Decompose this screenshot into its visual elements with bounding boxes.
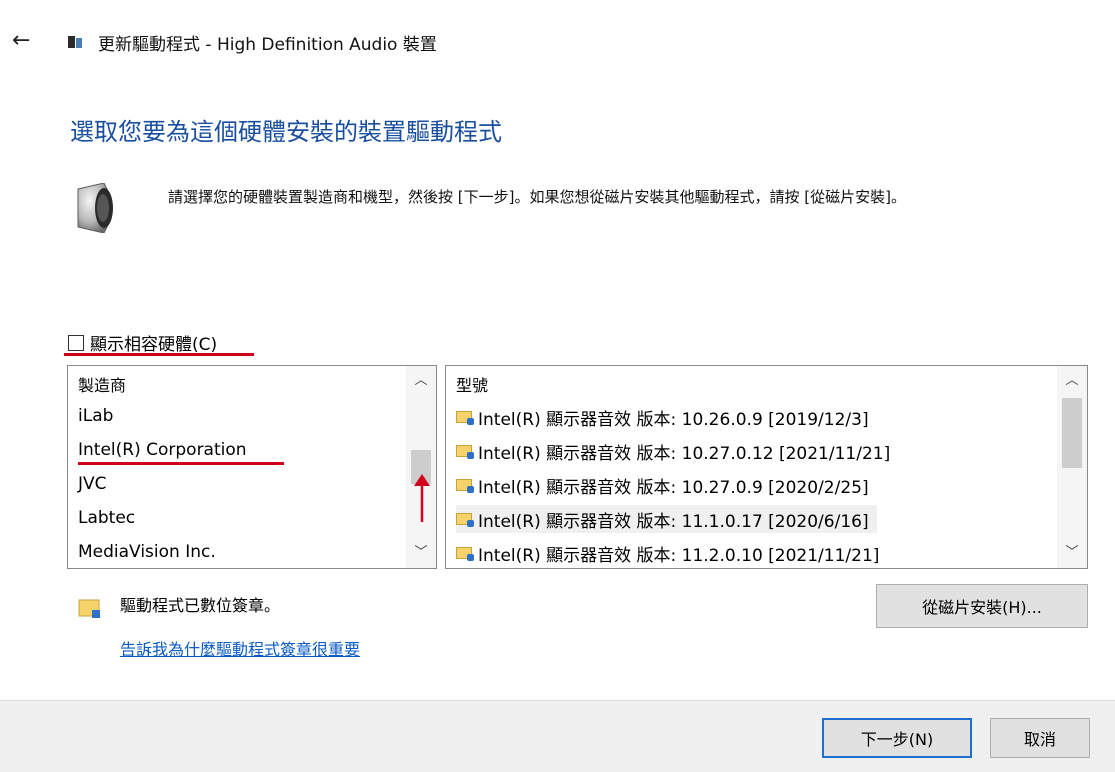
signing-info-link[interactable]: 告訴我為什麼驅動程式簽章很重要 [120, 636, 360, 660]
model-label: Intel(R) 顯示器音效 版本: 10.26.0.9 [2019/12/3] [478, 409, 869, 430]
scroll-thumb[interactable] [1062, 398, 1082, 468]
speaker-icon [74, 182, 118, 237]
back-arrow-icon[interactable]: ← [12, 28, 30, 53]
certificate-icon [78, 598, 102, 624]
manufacturer-scrollbar[interactable]: ︿ ﹀ [406, 366, 436, 568]
model-label: Intel(R) 顯示器音效 版本: 11.1.0.17 [2020/6/16] [478, 511, 869, 532]
list-item[interactable]: Intel(R) Corporation [78, 440, 247, 460]
list-item[interactable]: Intel(R) 顯示器音效 版本: 11.2.0.10 [2021/11/21… [456, 539, 879, 567]
list-item[interactable]: JVC [78, 474, 107, 494]
show-compatible-label[interactable]: 顯示相容硬體(C) [90, 330, 217, 355]
next-button[interactable]: 下一步(N) [822, 718, 972, 758]
model-label: Intel(R) 顯示器音效 版本: 11.2.0.10 [2021/11/21… [478, 545, 880, 566]
model-label: Intel(R) 顯示器音效 版本: 10.27.0.9 [2020/2/25] [478, 477, 869, 498]
model-list[interactable]: 型號 Intel(R) 顯示器音效 版本: 10.26.0.9 [2019/12… [445, 365, 1088, 569]
driver-package-icon [456, 511, 474, 527]
manufacturer-list[interactable]: 製造商 iLab Intel(R) Corporation JVC Labtec… [67, 365, 437, 569]
driver-package-icon [456, 477, 474, 493]
list-item[interactable]: Intel(R) 顯示器音效 版本: 10.27.0.12 [2021/11/2… [456, 437, 890, 465]
show-compatible-checkbox[interactable] [68, 334, 84, 351]
model-header: 型號 [456, 376, 489, 395]
list-item[interactable]: Labtec [78, 508, 135, 528]
instruction-text: 請選擇您的硬體裝置製造商和機型，然後按 [下一步]。如果您想從磁片安裝其他驅動程… [168, 188, 906, 206]
scroll-up-icon[interactable]: ︿ [1057, 370, 1087, 392]
driver-package-icon [456, 443, 474, 459]
annotation-underline-intel [78, 462, 284, 465]
annotation-arrow-icon [412, 472, 432, 528]
page-heading: 選取您要為這個硬體安裝的裝置驅動程式 [70, 118, 502, 146]
signed-status-text: 驅動程式已數位簽章。 [120, 596, 281, 615]
list-item[interactable]: Intel(R) 顯示器音效 版本: 10.26.0.9 [2019/12/3] [456, 403, 869, 431]
window-title: 更新驅動程式 - High Definition Audio 裝置 [98, 35, 437, 55]
driver-package-icon [456, 409, 474, 425]
show-compatible-checkbox-row[interactable]: 顯示相容硬體(C) [68, 330, 217, 355]
list-item[interactable]: Intel(R) 顯示器音效 版本: 10.27.0.9 [2020/2/25] [456, 471, 869, 499]
driver-package-icon [456, 545, 474, 561]
scroll-down-icon[interactable]: ﹀ [1057, 542, 1087, 564]
device-manager-icon [68, 35, 82, 49]
cancel-button[interactable]: 取消 [990, 718, 1090, 758]
scroll-up-icon[interactable]: ︿ [406, 370, 436, 392]
list-item-selected[interactable]: Intel(R) 顯示器音效 版本: 11.1.0.17 [2020/6/16] [456, 505, 877, 533]
model-label: Intel(R) 顯示器音效 版本: 10.27.0.12 [2021/11/2… [478, 443, 891, 464]
annotation-underline-checkbox [64, 353, 254, 356]
model-scrollbar[interactable]: ︿ ﹀ [1057, 366, 1087, 568]
have-disk-button[interactable]: 從磁片安裝(H)... [876, 584, 1088, 628]
manufacturer-header: 製造商 [78, 376, 127, 395]
list-item[interactable]: MediaVision Inc. [78, 542, 216, 562]
list-item[interactable]: iLab [78, 406, 113, 426]
scroll-down-icon[interactable]: ﹀ [406, 542, 436, 564]
